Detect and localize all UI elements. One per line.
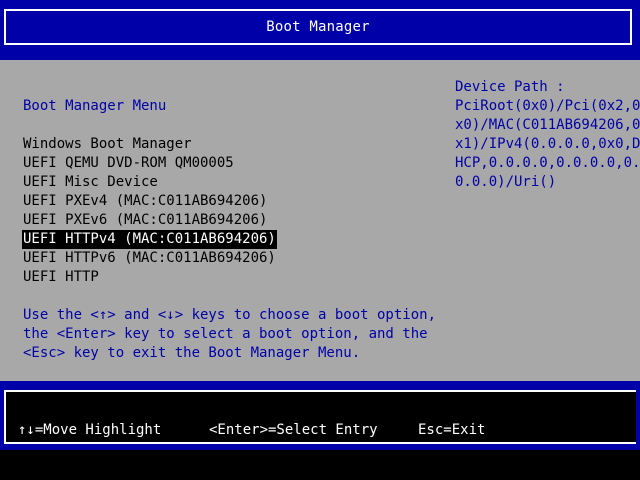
help-select-entry: <Enter>=Select Entry: [209, 422, 378, 438]
key-help-bar: ↑↓=Move Highlight <Enter>=Select Entry E…: [4, 390, 636, 444]
device-path-line: 0.0.0)/Uri(): [455, 174, 557, 190]
boot-option-windows-boot-manager[interactable]: Windows Boot Manager: [22, 135, 193, 154]
boot-option-pxev4[interactable]: UEFI PXEv4 (MAC:C011AB694206): [22, 192, 268, 211]
boot-option-misc-device[interactable]: UEFI Misc Device: [22, 173, 159, 192]
boot-option-httpv4-selected[interactable]: UEFI HTTPv4 (MAC:C011AB694206): [22, 230, 277, 249]
instruction-line: Use the <↑> and <↓> keys to choose a boo…: [23, 307, 437, 323]
header-band: Boot Manager: [0, 0, 640, 60]
boot-option-http[interactable]: UEFI HTTP: [22, 268, 100, 287]
help-move-highlight: ↑↓=Move Highlight: [18, 422, 162, 438]
boot-option-pxev6[interactable]: UEFI PXEv6 (MAC:C011AB694206): [22, 211, 268, 230]
device-path-line: PciRoot(0x0)/Pci(0x2,0: [455, 98, 640, 114]
device-path-line: x1)/IPv4(0.0.0.0,0x0,D: [455, 136, 640, 152]
instruction-line: <Esc> key to exit the Boot Manager Menu.: [23, 345, 361, 361]
device-path-label: Device Path :: [455, 79, 565, 95]
boot-option-httpv6[interactable]: UEFI HTTPv6 (MAC:C011AB694206): [22, 249, 277, 268]
help-exit: Esc=Exit: [418, 422, 486, 438]
device-path-line: HCP,0.0.0.0,0.0.0.0,0.: [455, 155, 640, 171]
boot-option-qemu-dvd-rom[interactable]: UEFI QEMU DVD-ROM QM00005: [22, 154, 235, 173]
menu-heading: Boot Manager Menu: [23, 98, 167, 114]
footer-band: ↑↓=Move Highlight <Enter>=Select Entry E…: [0, 381, 640, 450]
bottom-strip: [0, 450, 640, 480]
device-path-line: x0)/MAC(C011AB694206,0: [455, 117, 640, 133]
page-title: Boot Manager: [4, 9, 632, 45]
instruction-line: the <Enter> key to select a boot option,…: [23, 326, 428, 342]
main-panel: Boot Manager Menu Windows Boot Manager U…: [0, 60, 640, 381]
